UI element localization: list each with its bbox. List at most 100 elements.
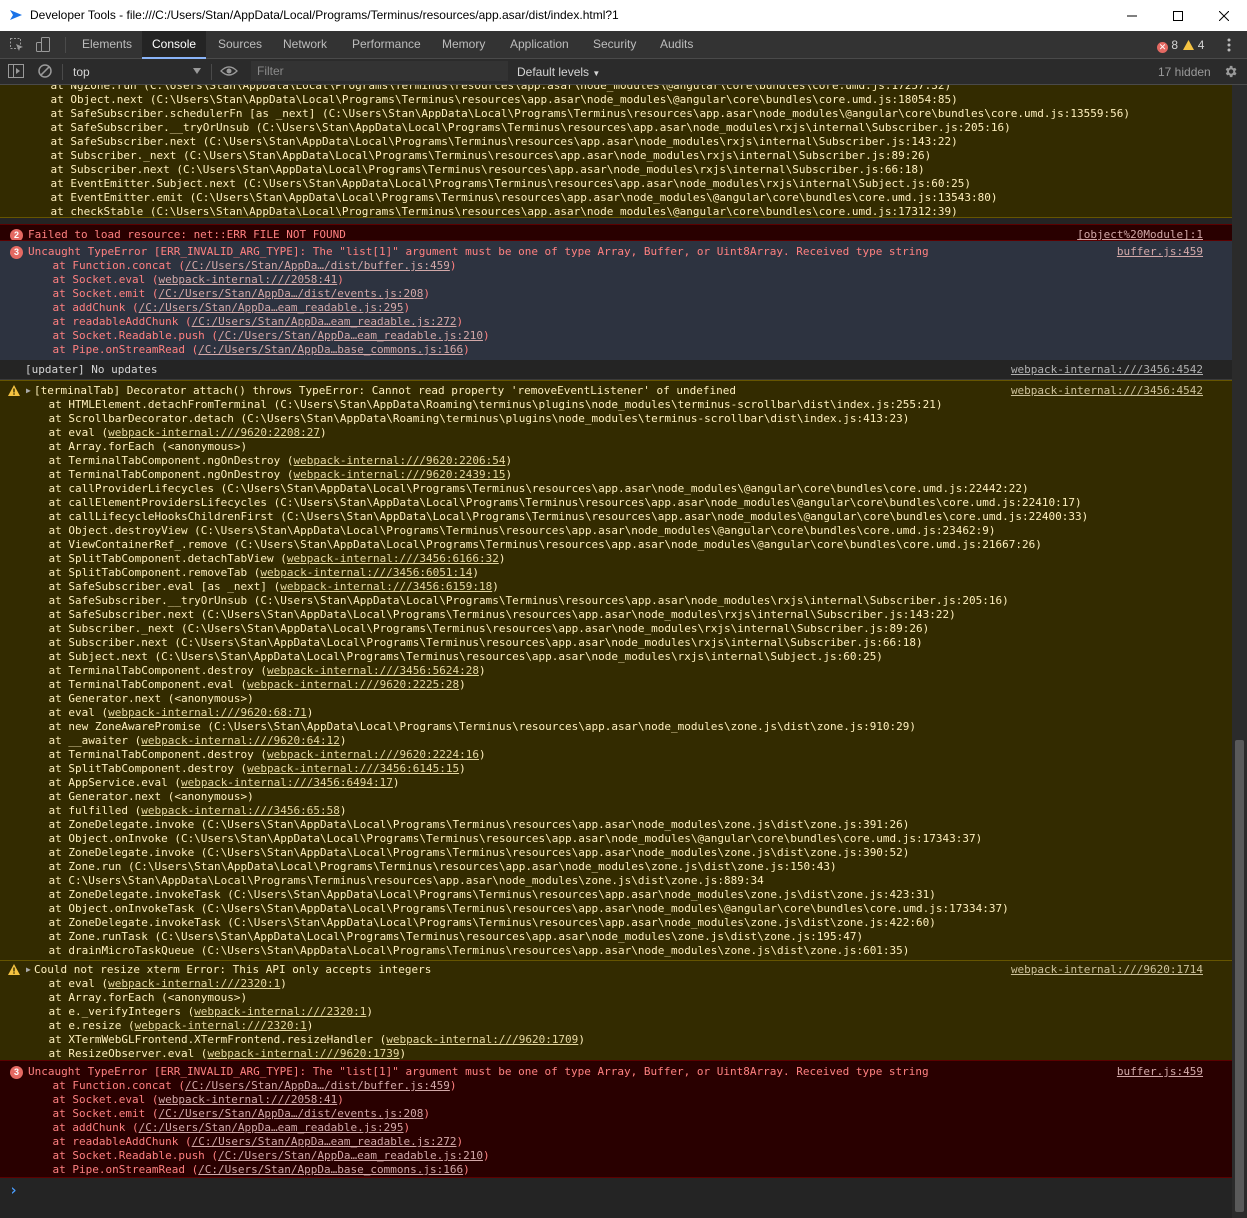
source-link[interactable]: /C:/Users/Stan/AppDa…eam_readable.js:272 xyxy=(192,315,457,328)
message-text: Uncaught TypeError [ERR_INVALID_ARG_TYPE… xyxy=(28,1065,929,1079)
source-link[interactable]: webpack-internal:///9620:2439:15 xyxy=(294,468,506,481)
source-link[interactable]: /C:/Users/Stan/AppDa…/dist/events.js:208 xyxy=(158,1107,423,1120)
filter-input[interactable] xyxy=(251,61,508,81)
stack-frame-text: at HTMLElement.detachFromTerminal (C:\Us… xyxy=(22,398,943,411)
source-link[interactable]: /C:/Users/Stan/AppDa…/dist/buffer.js:459 xyxy=(185,259,450,272)
stack-frame: at Object.onInvoke (C:\Users\Stan\AppDat… xyxy=(22,832,982,846)
source-link[interactable]: webpack-internal:///2320:1 xyxy=(194,1005,366,1018)
minimize-button[interactable] xyxy=(1109,0,1155,31)
stack-frame: at ZoneDelegate.invoke (C:\Users\Stan\Ap… xyxy=(22,818,909,832)
source-link[interactable]: /C:/Users/Stan/AppDa…/dist/buffer.js:459 xyxy=(185,1079,450,1092)
source-link[interactable]: webpack-internal:///2058:41 xyxy=(158,273,337,286)
tab-elements[interactable]: Elements xyxy=(72,31,142,58)
stack-frame-text: at Socket.Readable.push ( xyxy=(26,1149,219,1162)
tab-memory[interactable]: Memory xyxy=(432,31,495,58)
context-selector[interactable]: top xyxy=(73,65,90,79)
source-link[interactable]: webpack-internal:///9620:2208:27 xyxy=(108,426,320,439)
error-count-icon: ✕ xyxy=(1157,42,1168,53)
source-link[interactable]: webpack-internal:///9620:2206:54 xyxy=(294,454,506,467)
source-link[interactable]: /C:/Users/Stan/AppDa…eam_readable.js:210 xyxy=(218,1149,483,1162)
source-link[interactable]: webpack-internal:///9620:1739 xyxy=(207,1047,399,1060)
source-link[interactable]: /C:/Users/Stan/AppDa…base_commons.js:166 xyxy=(198,343,463,356)
source-link[interactable]: webpack-internal:///3456:65:58 xyxy=(141,804,340,817)
stack-frame-text: at TerminalTabComponent.eval ( xyxy=(22,678,248,691)
stack-frame: at Subscriber.next (C:\Users\Stan\AppDat… xyxy=(22,636,922,650)
source-link[interactable]: /C:/Users/Stan/AppDa…eam_readable.js:272 xyxy=(192,1135,457,1148)
source-link[interactable]: webpack-internal:///3456:6051:14 xyxy=(260,566,472,579)
tab-performance[interactable]: Performance xyxy=(342,31,431,58)
stack-frame-text: at Zone.runTask (C:\Users\Stan\AppData\L… xyxy=(22,930,864,943)
stack-frame: at Zone.runTask (C:\Users\Stan\AppData\L… xyxy=(22,930,863,944)
message-text: [terminalTab] Decorator attach() throws … xyxy=(34,384,736,398)
maximize-button[interactable] xyxy=(1155,0,1201,31)
source-link[interactable]: webpack-internal:///2320:1 xyxy=(108,977,280,990)
stack-frame-text: at fulfilled ( xyxy=(22,804,142,817)
message-source-link[interactable]: webpack-internal:///3456:4542 xyxy=(1011,384,1203,398)
source-link[interactable]: /C:/Users/Stan/AppDa…eam_readable.js:295 xyxy=(139,301,404,314)
source-link[interactable]: /C:/Users/Stan/AppDa…eam_readable.js:210 xyxy=(218,329,483,342)
source-link[interactable]: webpack-internal:///2320:1 xyxy=(135,1019,307,1032)
source-link[interactable]: webpack-internal:///3456:6494:17 xyxy=(181,776,393,789)
scrollbar-thumb[interactable] xyxy=(1235,740,1244,1212)
source-link[interactable]: webpack-internal:///3456:5624:28 xyxy=(267,664,479,677)
console-prompt[interactable]: › xyxy=(0,1178,1232,1218)
source-link[interactable]: webpack-internal:///3456:6166:32 xyxy=(287,552,499,565)
console-warning-message: at NgZone.run (C:\Users\Stan\AppData\Loc… xyxy=(0,85,1232,218)
maximize-icon xyxy=(1173,10,1183,21)
source-link[interactable]: webpack-internal:///3456:6145:15 xyxy=(247,762,459,775)
message-source-link[interactable]: webpack-internal:///9620:1714 xyxy=(1011,963,1203,977)
message-text: [updater] No updates xyxy=(25,363,157,377)
message-source-link[interactable]: buffer.js:459 xyxy=(1117,1065,1203,1079)
tab-network[interactable]: Network xyxy=(273,31,337,58)
minimize-icon xyxy=(1127,15,1137,16)
expand-caret-icon[interactable]: ▶ xyxy=(26,965,31,974)
console-scrollbar[interactable] xyxy=(1232,85,1247,1218)
source-link[interactable]: webpack-internal:///9620:68:71 xyxy=(108,706,307,719)
eye-icon[interactable] xyxy=(220,65,238,77)
source-link[interactable]: /C:/Users/Stan/AppDa…base_commons.js:166 xyxy=(198,1163,463,1176)
tab-application[interactable]: Application xyxy=(500,31,579,58)
stack-frame-suffix: ) xyxy=(505,454,513,467)
stack-frame-text: at Function.concat ( xyxy=(26,1079,185,1092)
source-link[interactable]: webpack-internal:///9620:1709 xyxy=(386,1033,578,1046)
expand-caret-icon[interactable]: ▶ xyxy=(26,386,31,395)
source-link[interactable]: webpack-internal:///3456:6159:18 xyxy=(280,580,492,593)
message-source-link[interactable]: buffer.js:459 xyxy=(1117,245,1203,259)
stack-frame-text: at readableAddChunk ( xyxy=(26,315,192,328)
source-link[interactable]: /C:/Users/Stan/AppDa…/dist/events.js:208 xyxy=(158,287,423,300)
sidebar-toggle-icon[interactable] xyxy=(8,64,24,78)
stack-frame-text: at C:\Users\Stan\AppData\Local\Programs\… xyxy=(22,874,764,887)
issue-counters[interactable]: ✕ 8 4 xyxy=(1157,38,1204,53)
source-link[interactable]: webpack-internal:///9620:2224:16 xyxy=(267,748,479,761)
source-link[interactable]: webpack-internal:///2058:41 xyxy=(158,1093,337,1106)
stack-frame-suffix: ) xyxy=(482,329,490,342)
stack-frame-text: at ScrollbarDecorator.detach (C:\Users\S… xyxy=(22,412,910,425)
more-options-icon[interactable] xyxy=(1225,37,1233,53)
source-link[interactable]: /C:/Users/Stan/AppDa…eam_readable.js:295 xyxy=(139,1121,404,1134)
stack-frame: at Generator.next (<anonymous>) xyxy=(22,692,253,706)
log-levels-dropdown[interactable]: Default levels ▼ xyxy=(517,65,600,79)
source-link[interactable]: webpack-internal:///9620:64:12 xyxy=(141,734,340,747)
source-link[interactable]: webpack-internal:///9620:2225:28 xyxy=(247,678,459,691)
gear-icon[interactable] xyxy=(1223,64,1238,79)
stack-frame-text: at Pipe.onStreamRead ( xyxy=(26,343,199,356)
tab-sources[interactable]: Sources xyxy=(208,31,272,58)
inspect-element-icon[interactable] xyxy=(9,37,25,53)
stack-frame-text: at TerminalTabComponent.destroy ( xyxy=(22,748,268,761)
tab-audits[interactable]: Audits xyxy=(650,31,703,58)
device-toolbar-icon[interactable] xyxy=(35,36,51,54)
stack-frame-text: at Subscriber._next (C:\Users\Stan\AppDa… xyxy=(22,622,930,635)
stack-frame: at SafeSubscriber.eval [as _next] (webpa… xyxy=(22,580,498,594)
stack-frame: at SafeSubscriber.__tryOrUnsub (C:\Users… xyxy=(22,594,1008,608)
window-title: Developer Tools - file:///C:/Users/Stan/… xyxy=(30,8,619,22)
stack-frame-suffix: ) xyxy=(399,1047,407,1060)
message-source-link[interactable]: webpack-internal:///3456:4542 xyxy=(1011,363,1203,377)
tab-security[interactable]: Security xyxy=(583,31,646,58)
chevron-down-icon[interactable] xyxy=(193,68,201,74)
close-button[interactable] xyxy=(1201,0,1247,31)
clear-console-icon[interactable] xyxy=(38,64,52,78)
stack-frame: at TerminalTabComponent.ngOnDestroy (web… xyxy=(22,468,512,482)
tab-console[interactable]: Console xyxy=(142,31,207,59)
stack-frame-text: at Socket.eval ( xyxy=(26,1093,159,1106)
console-messages[interactable]: at NgZone.run (C:\Users\Stan\AppData\Loc… xyxy=(0,85,1232,1218)
